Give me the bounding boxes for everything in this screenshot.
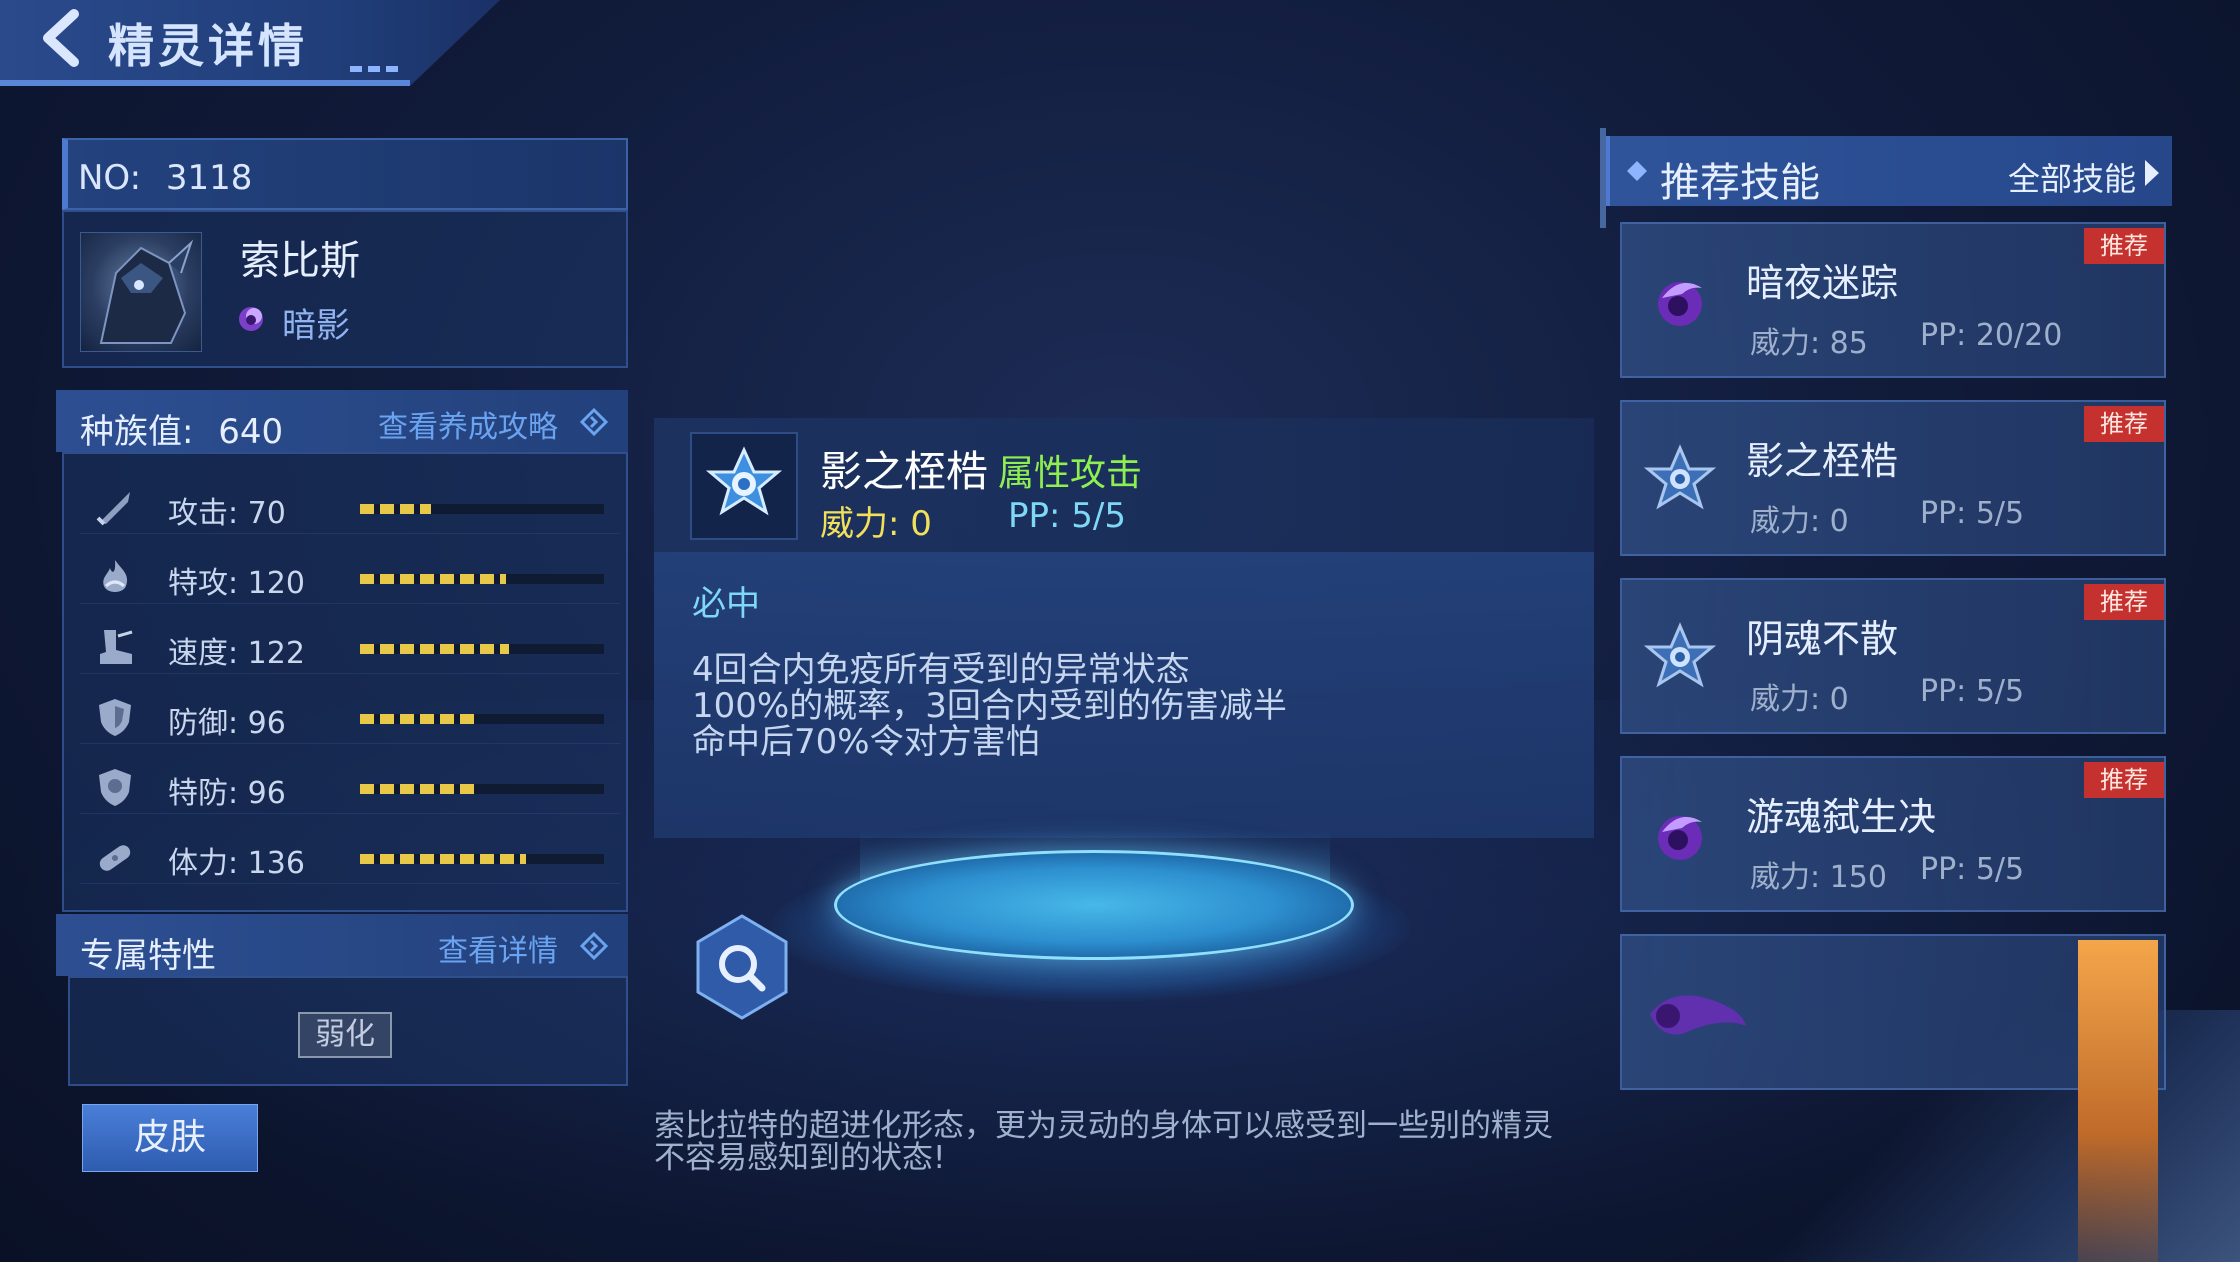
stat-bar [360,574,604,584]
stat-label: 攻击: 70 [168,496,286,531]
skill-category: 属性攻击 [998,453,1143,494]
skill-card[interactable]: 暗夜迷踪威力: 85 PP: 20/20 推荐 [1620,222,2166,378]
pet-number: NO: 3118 [78,158,252,198]
star-emblem-icon [1642,442,1718,518]
skill-pp: PP: 20/20 [1920,318,2063,353]
skill-name: 阴魂不散 [1746,617,1899,661]
stat-row: 速度: 122 [80,614,620,674]
skill-pp: PP: 5/5 [1920,852,2025,887]
stat-row: 体力: 136 [80,824,620,884]
recommended-skills-title: 推荐技能 [1660,160,1820,206]
diamond-icon [1627,161,1647,181]
skill-power: 威力: 150 [1750,860,1887,895]
shield-icon [92,694,138,740]
skill-effect-line: 100%的概率，3回合内受到的伤害减半 [692,686,1287,726]
pet-platform [834,850,1354,960]
boot-icon [92,624,138,670]
stat-label: 特防: 96 [168,776,286,811]
shadow-orb-icon [1650,995,1746,1035]
pet-number-value: 3118 [165,158,253,198]
stat-row: 特防: 96 [80,754,620,814]
skill-pp: PP: 5/5 [1920,674,2025,709]
shield-special-icon [92,764,138,810]
stat-bar-fill [360,644,509,654]
stat-bar [360,854,604,864]
skill-name: 暗夜迷踪 [1746,261,1899,305]
skill-tag: 必中 [692,584,760,624]
recommended-badge: 推荐 [2084,228,2164,264]
shadow-orb-icon [1642,798,1718,874]
light-streak [2078,940,2158,1262]
pet-description: 不容易感知到的状态! [654,1140,946,1176]
pet-number-label: NO: [78,158,142,198]
recommended-badge: 推荐 [2084,762,2164,798]
pet-avatar [80,232,202,352]
stat-bar [360,644,604,654]
trait-tag[interactable]: 弱化 [298,1012,392,1058]
stat-bar-fill [360,714,475,724]
stat-bar-fill [360,504,431,514]
skill-power: 威力: 0 [820,504,932,544]
skill-effect-line: 命中后70%令对方害怕 [692,722,1040,762]
recommended-badge: 推荐 [2084,584,2164,620]
fire-icon [92,554,138,600]
race-value: 种族值: 640 [80,404,283,453]
skill-detail-name: 影之桎梏 [820,447,989,496]
skill-card[interactable]: 影之桎梏威力: 0 PP: 5/5 推荐 [1620,400,2166,556]
training-guide-link[interactable]: 查看养成攻略 [378,402,558,446]
race-value-label: 种族值: [80,412,194,452]
skill-effect-line: 4回合内免疫所有受到的异常状态 [692,650,1190,690]
chevron-right-icon[interactable] [2142,158,2162,188]
stat-label: 速度: 122 [168,636,305,671]
skill-power: 威力: 0 [1750,504,1849,539]
view-details-link[interactable]: 查看详情 [438,926,558,970]
skill-power: 威力: 0 [1750,682,1849,717]
stat-bar-fill [360,574,506,584]
skill-pp: PP: 5/5 [1008,496,1126,536]
exclusive-trait-title: 专属特性 [80,936,216,976]
stat-bar [360,784,604,794]
skill-card[interactable]: 阴魂不散威力: 0 PP: 5/5 推荐 [1620,578,2166,734]
stat-bar-fill [360,784,475,794]
stat-label: 特攻: 120 [168,566,305,601]
diamond-arrow-icon[interactable] [580,408,608,436]
skill-name: 影之桎梏 [1746,439,1899,483]
star-emblem-icon [1642,620,1718,696]
stat-label: 防御: 96 [168,706,286,741]
skin-button[interactable]: 皮肤 [82,1104,258,1172]
page-title: 精灵详情 [108,19,308,73]
shadow-type-icon [239,307,263,331]
star-emblem-icon [705,446,783,516]
all-skills-link[interactable]: 全部技能 [2008,154,2136,200]
stat-bar [360,504,604,514]
stat-bar-fill [360,854,526,864]
recommended-badge: 推荐 [2084,406,2164,442]
skill-power: 威力: 85 [1750,326,1868,361]
stat-label: 体力: 136 [168,846,305,881]
stat-row: 攻击: 70 [80,474,620,534]
sword-icon [92,484,138,530]
back-arrow-icon[interactable] [36,8,86,68]
stat-bar [360,714,604,724]
header-decoration [350,66,402,72]
pet-name: 索比斯 [240,238,360,284]
pet-type: 暗影 [282,306,350,346]
stat-row: 防御: 96 [80,684,620,744]
magnifier-button[interactable] [692,912,792,1022]
diamond-arrow-icon[interactable] [580,932,608,960]
skill-name: 游魂弑生决 [1746,795,1937,839]
shadow-orb-icon [1642,264,1718,340]
stat-row: 特攻: 120 [80,544,620,604]
skill-pp: PP: 5/5 [1920,496,2025,531]
race-value-number: 640 [218,412,284,452]
bandage-icon [92,834,138,880]
skill-card[interactable]: 游魂弑生决威力: 150 PP: 5/5 推荐 [1620,756,2166,912]
